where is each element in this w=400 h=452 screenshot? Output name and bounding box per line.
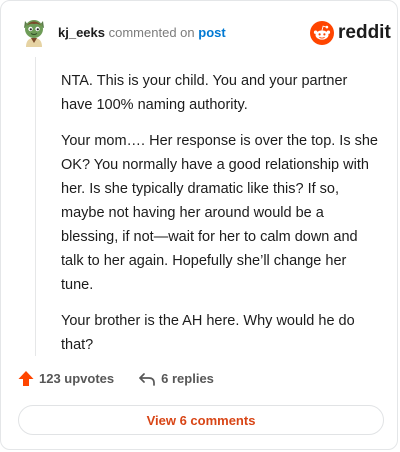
- comment-paragraph: NTA. This is your child. You and your pa…: [61, 73, 348, 113]
- comment-paragraph: Your brother is the AH here. Why would h…: [61, 313, 355, 353]
- avatar[interactable]: [20, 17, 48, 47]
- reply-arrow-icon: [139, 372, 156, 386]
- avatar-icon: [24, 20, 44, 47]
- thread-line[interactable]: [35, 57, 36, 356]
- reddit-wordmark: reddit: [338, 22, 391, 43]
- comment-header: kj_eeks commented on post: [58, 25, 226, 41]
- upvote-count: 123 upvotes: [39, 371, 115, 386]
- reddit-snoo-icon: [310, 21, 334, 45]
- reddit-brand[interactable]: reddit: [310, 21, 391, 45]
- comment-paragraph: Your mom…. Her response is over the top.…: [61, 133, 378, 293]
- upvote-button[interactable]: 123 upvotes: [18, 370, 114, 387]
- replies-count: 6 replies: [161, 371, 214, 386]
- comment-body: NTA. This is your child. You and your pa…: [61, 69, 381, 369]
- comment-card: kj_eeks commented on post reddit NTA. Th…: [0, 0, 398, 450]
- upvote-arrow-icon: [18, 371, 34, 386]
- comment-footer: 123 upvotes 6 replies: [18, 370, 214, 387]
- replies-button[interactable]: 6 replies: [138, 371, 214, 387]
- post-link[interactable]: post: [198, 25, 225, 40]
- username-link[interactable]: kj_eeks: [58, 25, 105, 40]
- comment-action-text: commented on: [108, 25, 195, 40]
- view-comments-button[interactable]: View 6 comments: [18, 405, 384, 435]
